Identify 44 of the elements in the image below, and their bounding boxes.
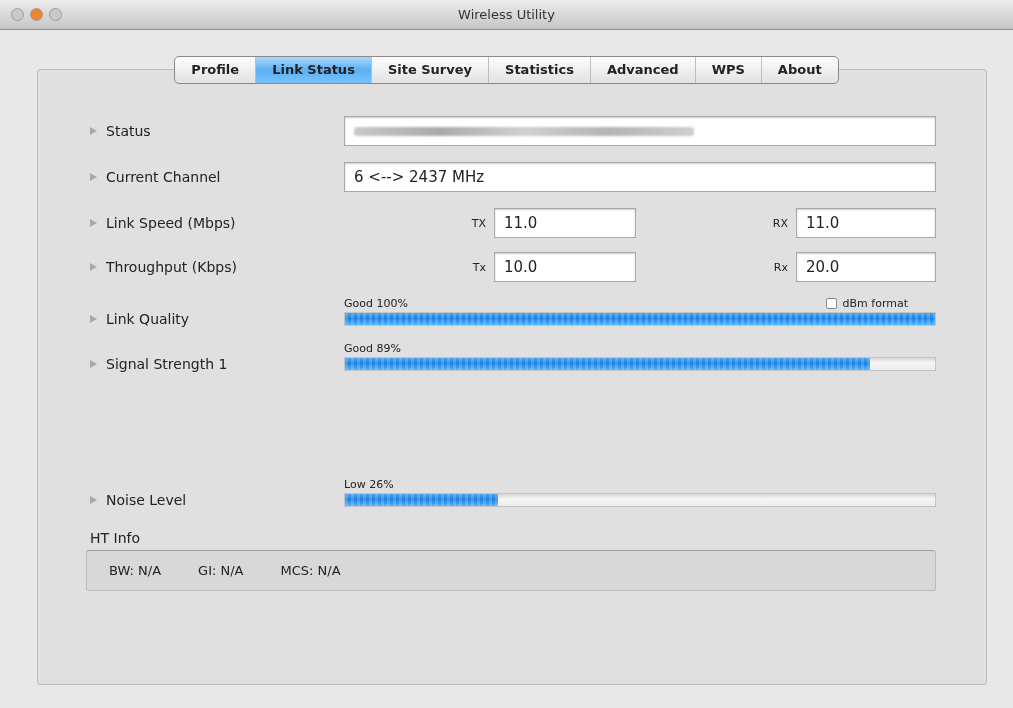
rx-label: Rx (773, 260, 788, 274)
disclosure-triangle-icon[interactable] (90, 219, 97, 227)
window-title: Wireless Utility (458, 7, 555, 22)
window-control-icon[interactable] (49, 8, 62, 21)
text-field[interactable]: 6 <--> 2437 MHz (344, 162, 936, 192)
tx-label: Tx (472, 260, 486, 274)
meter-caption: Good 100% (344, 296, 408, 310)
tab[interactable]: WPS (694, 57, 761, 83)
text-field[interactable]: 10.0 (494, 252, 636, 282)
field-label: Status (106, 123, 151, 139)
field-label: Signal Strength 1 (106, 356, 228, 372)
disclosure-triangle-icon[interactable] (90, 173, 97, 181)
tab[interactable]: Statistics (488, 57, 590, 83)
disclosure-triangle-icon[interactable] (90, 263, 97, 271)
window-control-icon[interactable] (11, 8, 24, 21)
tab[interactable]: Profile (175, 57, 256, 83)
disclosure-triangle-icon[interactable] (90, 127, 97, 135)
info-text: MCS: N/A (280, 563, 341, 578)
info-text: BW: N/A (109, 563, 162, 578)
field-label: Current Channel (106, 169, 221, 185)
text-field[interactable]: 20.0 (796, 252, 936, 282)
window-control-icon[interactable] (30, 8, 43, 21)
checkbox-label: dBm format (842, 296, 908, 310)
disclosure-triangle-icon[interactable] (90, 496, 97, 504)
disclosure-triangle-icon[interactable] (90, 315, 97, 323)
checkbox[interactable] (825, 297, 837, 309)
meter-caption: Low 26% (344, 477, 394, 491)
tab[interactable]: Advanced (589, 57, 695, 83)
text-field[interactable] (344, 116, 936, 146)
field-label: Link Speed (Mbps) (106, 215, 236, 231)
info-text: GI: N/A (198, 563, 244, 578)
field-label: Noise Level (106, 492, 187, 508)
meter-caption: Good 89% (344, 341, 401, 355)
field-label: Throughput (Kbps) (106, 259, 237, 275)
tab[interactable]: About (760, 57, 838, 83)
tx-label: TX (471, 216, 486, 230)
field-label: Link Quality (106, 311, 190, 327)
text-field[interactable]: 11.0 (796, 208, 936, 238)
rx-label: RX (772, 216, 788, 230)
tab[interactable]: Link Status (255, 57, 371, 83)
disclosure-triangle-icon[interactable] (90, 360, 97, 368)
text-field[interactable]: 11.0 (494, 208, 636, 238)
tab[interactable]: Site Survey (370, 57, 489, 83)
group-title: HT Info (90, 530, 141, 546)
